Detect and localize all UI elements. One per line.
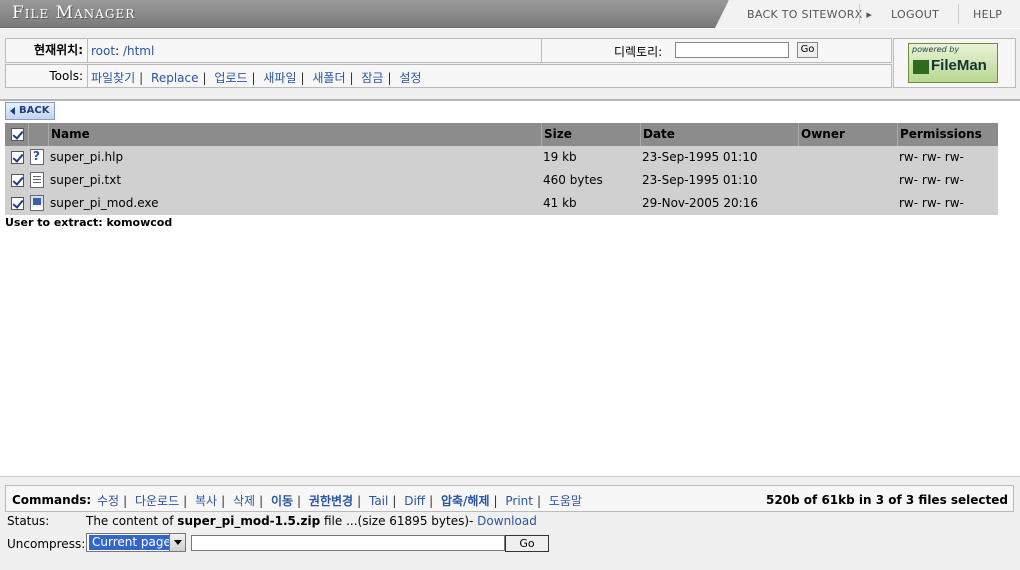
status-prefix: The content of [86,514,174,528]
command-compress[interactable]: 압축/해제 [441,494,490,508]
chevron-down-icon[interactable] [169,534,185,551]
select-all-checkbox[interactable] [11,128,24,141]
file-owner [798,192,800,215]
app-title: File Manager [12,3,136,23]
directory-cell: 디렉토리: Go [541,39,891,62]
uncompress-path-input[interactable] [191,535,505,551]
extract-user-text: User to extract: komowcod [5,216,173,229]
file-permissions: rw- rw- rw- [899,150,964,164]
uncompress-target-select[interactable]: Current page [86,533,186,552]
tool-new-file[interactable]: 새파일 [263,71,296,85]
bottom-panel: Commands: 수정 | 다운로드 | 복사 | 삭제 | 이동 | 권한변경 | Ta… [0,476,1020,570]
column-header-name[interactable]: Name [48,123,541,146]
logo-name: FileMan [931,57,987,74]
status-text: The content of super_pi_mod-1.5.zip file… [86,514,537,528]
table-row[interactable]: super_pi_mod.exe 41 kb 29-Nov-2005 20:16… [5,192,998,215]
tools-list: 파일찾기 | Replace | 업로드 | 새파일 | 새폴더 | 잠금 | 설정 [91,71,422,85]
back-arrow-icon [10,107,15,115]
tool-settings[interactable]: 설정 [399,71,421,85]
file-name[interactable]: super_pi.txt [48,169,121,192]
uncompress-selected-value: Current page [89,535,174,550]
nav-divider [958,4,959,24]
directory-label: 디렉토리: [614,45,663,59]
breadcrumb-root-link[interactable]: root [91,44,115,58]
file-size: 19 kb [543,150,577,164]
column-header-size[interactable]: Size [541,123,640,146]
help-file-icon [30,149,44,165]
file-permissions: rw- rw- rw- [899,196,964,210]
back-to-siteworx-link[interactable]: BACK TO SITEWORX ▸ [747,8,872,21]
commands-label: Commands: [12,493,92,507]
location-label: 현재위치: [6,39,88,62]
tool-lock[interactable]: 잠금 [361,71,383,85]
file-name[interactable]: super_pi.hlp [48,146,123,169]
icon-column-header [28,123,48,146]
command-download[interactable]: 다운로드 [135,494,179,508]
table-row[interactable]: super_pi.txt 460 bytes 23-Sep-1995 01:10… [5,169,998,192]
commands-row: Commands: 수정 | 다운로드 | 복사 | 삭제 | 이동 | 권한변경 | Ta… [5,485,1014,512]
fileman-logo: powered by FileMan [908,43,998,83]
command-permissions[interactable]: 권한변경 [309,494,353,508]
logo-mark-icon [913,60,929,74]
logo-box: powered by FileMan [893,38,1016,88]
status-middle: file ...(size 61895 bytes)- [323,514,474,528]
breadcrumb-html-link[interactable]: /html [123,44,154,58]
file-date: 23-Sep-1995 01:10 [642,173,758,187]
tool-upload[interactable]: 업로드 [214,71,247,85]
file-name[interactable]: super_pi_mod.exe [48,192,159,215]
directory-go-button[interactable]: Go [797,42,818,58]
tools-label: Tools: [6,65,88,87]
command-delete[interactable]: 삭제 [233,494,255,508]
command-copy[interactable]: 복사 [195,494,217,508]
back-button-label: BACK [19,105,50,116]
table-row[interactable]: super_pi.hlp 19 kb 23-Sep-1995 01:10 rw-… [5,146,998,169]
commands-list: 수정 | 다운로드 | 복사 | 삭제 | 이동 | 권한변경 | Tail | Diff | … [97,494,582,508]
status-label: Status: [7,514,50,528]
status-filename: super_pi_mod-1.5.zip [177,514,321,528]
file-date: 29-Nov-2005 20:16 [642,196,758,210]
file-date: 23-Sep-1995 01:10 [642,150,758,164]
column-header-owner[interactable]: Owner [798,123,897,146]
row-checkbox[interactable] [11,151,24,164]
tool-find-files[interactable]: 파일찾기 [91,71,135,85]
column-header-date[interactable]: Date [640,123,798,146]
title-bar: File Manager BACK TO SITEWORX ▸ LOGOUT H… [0,0,1020,28]
help-link[interactable]: HELP [973,8,1002,21]
column-header-permissions[interactable]: Permissions [897,123,998,146]
table-header: Name Size Date Owner Permissions [5,123,998,146]
command-edit[interactable]: 수정 [97,494,119,508]
directory-input[interactable] [675,42,789,58]
tool-replace[interactable]: Replace [151,71,198,85]
command-diff[interactable]: Diff [404,494,425,508]
row-checkbox[interactable] [11,174,24,187]
logout-link[interactable]: LOGOUT [891,8,939,21]
logo-powered-text: powered by [912,45,960,54]
back-button[interactable]: BACK [5,102,55,120]
file-table: Name Size Date Owner Permissions super_p… [5,123,998,215]
file-size: 41 kb [543,196,577,210]
exe-file-icon [30,195,44,211]
breadcrumb-separator: : [115,44,120,58]
uncompress-label: Uncompress: [7,537,86,551]
breadcrumb: root: /html [91,44,154,58]
selection-summary: 520b of 61kb in 3 of 3 files selected [765,493,1008,507]
location-row: 현재위치: root: /html 디렉토리: Go [5,38,892,63]
download-link[interactable]: Download [477,514,537,528]
text-file-icon [30,172,44,188]
top-panel: 현재위치: root: /html 디렉토리: Go Tools: 파일찾기 | … [0,29,1020,101]
file-owner [798,169,800,192]
command-tail[interactable]: Tail [369,494,388,508]
top-nav: BACK TO SITEWORX ▸ LOGOUT HELP [715,0,1020,28]
command-print[interactable]: Print [505,494,533,508]
tool-new-folder[interactable]: 새폴더 [312,71,345,85]
command-move[interactable]: 이동 [271,494,293,508]
command-help[interactable]: 도움말 [549,494,582,508]
tools-row: Tools: 파일찾기 | Replace | 업로드 | 새파일 | 새폴더 | 잠금 |… [5,64,892,88]
row-checkbox[interactable] [11,197,24,210]
uncompress-go-button[interactable]: Go [505,535,549,552]
file-size: 460 bytes [543,173,603,187]
file-permissions: rw- rw- rw- [899,173,964,187]
file-owner [798,146,800,169]
nav-divider [859,4,860,24]
